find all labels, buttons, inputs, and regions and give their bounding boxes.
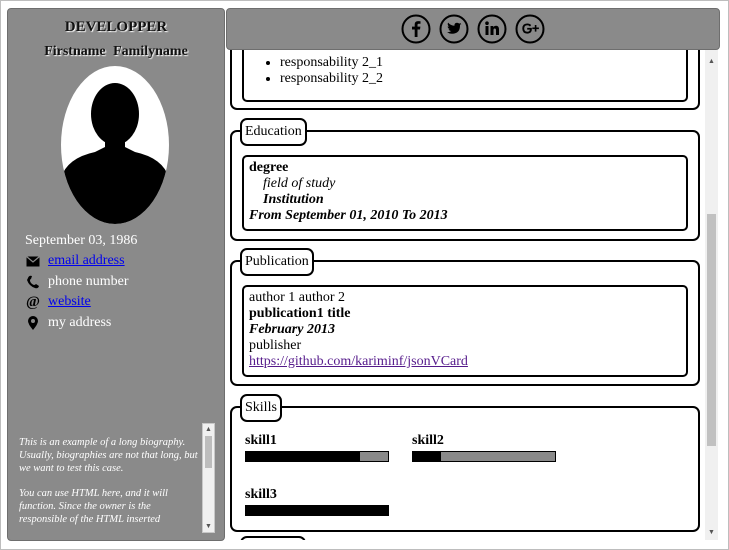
phone-icon <box>25 274 41 290</box>
skill-name: skill2 <box>412 433 444 448</box>
profile-sidebar: DEVELOPPER Firstname Familyname Septembe… <box>7 8 225 541</box>
contact-phone: phone number <box>25 274 128 290</box>
website-link[interactable]: website <box>48 294 91 310</box>
skill-name: skill3 <box>245 487 277 502</box>
publication-legend: Publication <box>240 248 314 276</box>
institution: Institution <box>263 192 324 207</box>
skill-bar <box>245 451 389 462</box>
person-name: Firstname Familyname <box>44 44 188 59</box>
field-of-study: field of study <box>263 176 336 191</box>
linkedin-icon[interactable] <box>477 14 507 44</box>
publication-title: publication1 title <box>249 306 351 321</box>
google-plus-icon[interactable] <box>515 14 545 44</box>
bio-scroll-thumb[interactable] <box>205 436 212 468</box>
next-section-legend <box>240 536 306 540</box>
map-pin-icon <box>25 315 41 331</box>
bio-scrollbar[interactable]: ▲ ▼ <box>202 423 215 533</box>
skill-bar <box>245 505 389 516</box>
publication-section: author 1 author 2 publication1 title Feb… <box>230 260 700 386</box>
publication-date: February 2013 <box>249 322 335 337</box>
degree: degree <box>249 160 289 175</box>
birth-date: September 03, 1986 <box>25 233 138 248</box>
education-section: degree field of study Institution From S… <box>230 130 700 241</box>
experience-entry: responsability 2_1 responsability 2_2 <box>242 49 688 102</box>
twitter-icon[interactable] <box>439 14 469 44</box>
list-item: responsability 2_1 <box>280 55 383 71</box>
address-text: my address <box>48 315 112 330</box>
scroll-down-icon[interactable]: ▼ <box>706 528 717 537</box>
avatar <box>61 66 169 224</box>
contact-website: @ website <box>25 294 91 310</box>
education-period: From September 01, 2010 To 2013 <box>249 208 448 223</box>
education-entry: degree field of study Institution From S… <box>242 155 688 231</box>
job-title: DEVELOPPER <box>64 19 168 35</box>
scroll-up-icon[interactable]: ▲ <box>203 425 214 434</box>
envelope-icon <box>25 253 41 269</box>
main-scroll-thumb[interactable] <box>707 214 716 446</box>
facebook-icon[interactable] <box>401 14 431 44</box>
main-scrollbar[interactable]: ▲ ▼ <box>705 49 718 540</box>
skill-fill <box>246 506 388 515</box>
bio-paragraph: This is an example of a long biography. … <box>19 437 198 474</box>
skill-fill <box>246 452 360 461</box>
at-icon: @ <box>26 293 40 310</box>
email-link[interactable]: email address <box>48 253 125 269</box>
biography-box[interactable]: This is an example of a long biography. … <box>18 423 215 533</box>
publication-url[interactable]: https://github.com/kariminf/jsonVCard <box>249 354 468 369</box>
skill-name: skill1 <box>245 433 277 448</box>
phone-text: phone number <box>48 274 129 289</box>
skill-fill <box>413 452 442 461</box>
main-content[interactable]: responsability 2_1 responsability 2_2 de… <box>226 49 703 540</box>
publication-authors: author 1 author 2 <box>249 290 346 305</box>
responsability-list: responsability 2_1 responsability 2_2 <box>244 55 383 87</box>
contact-email: email address <box>25 253 125 269</box>
scroll-down-icon[interactable]: ▼ <box>203 522 214 531</box>
scroll-up-icon[interactable]: ▲ <box>706 57 717 66</box>
education-legend: Education <box>240 118 307 146</box>
skills-legend: Skills <box>240 394 282 422</box>
contact-address: my address <box>25 315 111 331</box>
skill-bar <box>412 451 556 462</box>
experience-section: responsability 2_1 responsability 2_2 <box>230 49 700 110</box>
bio-paragraph: You can use HTML here, and it will funct… <box>19 488 168 525</box>
publisher: publisher <box>249 338 302 353</box>
publication-entry: author 1 author 2 publication1 title Feb… <box>242 285 688 377</box>
biography-text: This is an example of a long biography. … <box>18 423 201 533</box>
list-item: responsability 2_2 <box>280 71 383 87</box>
social-bar <box>226 8 720 50</box>
